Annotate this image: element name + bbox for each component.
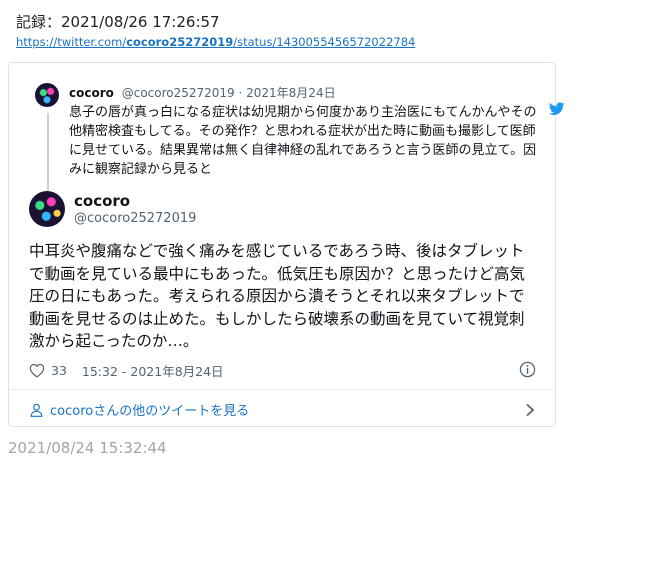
twitter-bird-icon[interactable]: [549, 102, 565, 116]
quoted-meta: @cocoro25272019 · 2021年8月24日: [121, 86, 336, 100]
like-count: 33: [51, 363, 67, 378]
divider: [9, 389, 555, 390]
quoted-header: cocoro @cocoro25272019 · 2021年8月24日: [69, 84, 336, 101]
quoted-avatar[interactable]: [35, 83, 59, 107]
source-link-suffix: /status/1430055456572022784: [233, 35, 416, 49]
info-icon[interactable]: [519, 361, 536, 378]
quoted-author-name[interactable]: cocoro: [69, 86, 114, 100]
more-tweets-link[interactable]: cocoroさんの他のツイートを見る: [29, 400, 249, 419]
embedded-tweet-card: cocoro @cocoro25272019 · 2021年8月24日 息子の唇…: [8, 62, 565, 427]
record-title: 記録：2021/08/26 17:26:57: [16, 13, 220, 31]
capture-timestamp: 2021/08/24 15:32:44: [8, 439, 167, 457]
quoted-tweet-text: 息子の唇が真っ白になる症状は幼児期から何度かあり主治医にもてんかんやその他精密検…: [69, 105, 537, 177]
source-link-user: cocoro25272019: [126, 35, 234, 49]
source-link-prefix: https://twitter.com/: [16, 35, 127, 49]
main-tweet-text: 中耳炎や腹痛などで強く痛みを感じているであろう時、後はタブレットで動画を見ている…: [29, 242, 526, 350]
author-handle[interactable]: @cocoro25272019: [74, 211, 196, 226]
thread-line: [47, 113, 49, 191]
heart-icon[interactable]: [29, 363, 45, 378]
more-tweets-label: cocoroさんの他のツイートを見る: [50, 404, 250, 419]
author-avatar[interactable]: [29, 191, 65, 227]
source-link[interactable]: https://twitter.com/cocoro25272019/statu…: [16, 35, 415, 49]
person-icon: [30, 403, 43, 417]
chevron-right-icon[interactable]: [525, 403, 535, 417]
author-name[interactable]: cocoro: [74, 192, 130, 210]
tweet-actions: 33 15:32 - 2021年8月24日: [29, 361, 224, 380]
tweet-time[interactable]: 15:32 - 2021年8月24日: [82, 361, 224, 380]
